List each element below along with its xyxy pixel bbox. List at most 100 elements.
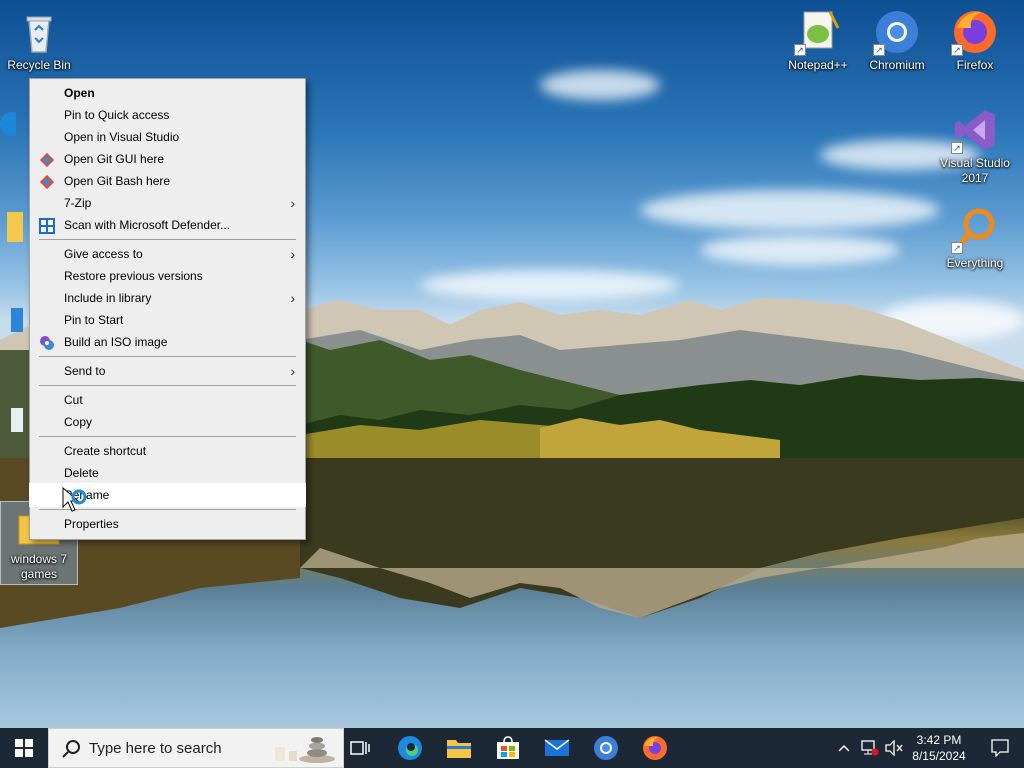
menu-item-label: Give access to (64, 247, 143, 261)
menu-item-cut[interactable]: Cut (30, 389, 305, 411)
file-explorer-icon (447, 740, 471, 758)
menu-item-build-iso[interactable]: Build an ISO image (30, 331, 305, 353)
chevron-right-icon: › (290, 195, 295, 211)
desktop-icon-firefox[interactable]: ↗ Firefox (937, 8, 1013, 73)
clock-date: 8/15/2024 (912, 749, 966, 763)
task-view-icon (350, 741, 370, 755)
desktop-icon-partial-roblox-studio[interactable] (0, 400, 26, 442)
firefox-icon (643, 736, 667, 760)
menu-item-label: Copy (64, 415, 93, 429)
taskbar-clock[interactable]: 3:42 PM 8/15/2024 (900, 732, 978, 764)
desktop-icon-label: windows 7 games (10, 552, 68, 581)
desktop-icon-everything[interactable]: ↗ Everything (937, 206, 1013, 271)
menu-item-label: Properties (64, 517, 119, 531)
menu-item-give-access[interactable]: Give access to › (30, 243, 305, 265)
shortcut-arrow-icon: ↗ (873, 44, 885, 56)
show-hidden-icons-button[interactable] (832, 728, 856, 768)
menu-item-open[interactable]: Open (30, 82, 305, 104)
desktop-icon-label: Notepad++ (788, 58, 848, 72)
busy-cursor-icon (62, 487, 87, 512)
action-center-button[interactable] (976, 728, 1024, 768)
desktop-icon-partial-roblox[interactable] (0, 300, 26, 342)
network-icon (861, 740, 879, 756)
defender-icon (39, 218, 55, 234)
menu-item-label: Pin to Quick access (64, 108, 170, 122)
menu-item-scan-defender[interactable]: Scan with Microsoft Defender... (30, 214, 305, 236)
search-placeholder: Type here to search (89, 740, 222, 757)
menu-item-pin-quick-access[interactable]: Pin to Quick access (30, 104, 305, 126)
roblox-icon (0, 300, 23, 340)
search-icon (62, 740, 80, 758)
recycle-bin-icon (15, 8, 63, 56)
start-button[interactable] (0, 728, 48, 768)
shortcut-arrow-icon: ↗ (951, 44, 963, 56)
shortcut-arrow-icon: ↗ (951, 142, 963, 154)
menu-item-open-visual-studio[interactable]: Open in Visual Studio (30, 126, 305, 148)
desktop-icon-notepad-plus-plus[interactable]: ↗ Notepad++ (780, 8, 856, 73)
menu-item-label: Create shortcut (64, 444, 147, 458)
menu-item-copy[interactable]: Copy (30, 411, 305, 433)
menu-item-delete[interactable]: Delete (30, 462, 305, 484)
menu-item-label: 7-Zip (64, 196, 92, 210)
menu-item-label: Send to (64, 364, 106, 378)
menu-separator (39, 385, 296, 386)
shortcut-arrow-icon: ↗ (951, 242, 963, 254)
notepad-plus-plus-icon: ↗ (794, 8, 842, 56)
menu-item-label: Open (64, 86, 95, 100)
desktop-icon-chromium[interactable]: ↗ Chromium (859, 8, 935, 73)
notifications-icon (991, 739, 1009, 757)
menu-item-label: Build an ISO image (64, 335, 168, 349)
desktop-icon-partial-folder[interactable] (0, 206, 26, 248)
desktop-icon-recycle-bin[interactable]: Recycle Bin (1, 8, 77, 73)
edge-icon (398, 736, 422, 760)
menu-item-include-library[interactable]: Include in library › (30, 287, 305, 309)
menu-item-label: Include in library (64, 291, 152, 305)
menu-item-label: Delete (64, 466, 99, 480)
menu-item-pin-start[interactable]: Pin to Start (30, 309, 305, 331)
menu-separator (39, 239, 296, 240)
git-gui-icon (39, 152, 55, 168)
everything-search-icon: ↗ (951, 206, 999, 254)
taskbar-firefox[interactable] (631, 728, 679, 768)
context-menu: Open Pin to Quick access Open in Visual … (29, 78, 306, 540)
roblox-studio-icon (0, 400, 23, 440)
menu-item-open-git-bash[interactable]: Open Git Bash here (30, 170, 305, 192)
forest-shoreline (300, 375, 1024, 460)
desktop-icon-label: Everything (946, 256, 1004, 270)
desktop-icon-visual-studio-2017[interactable]: ↗ Visual Studio 2017 (937, 106, 1013, 186)
menu-separator (39, 356, 296, 357)
menu-separator (39, 436, 296, 437)
menu-item-open-git-gui[interactable]: Open Git GUI here (30, 148, 305, 170)
menu-item-label: Open Git Bash here (64, 174, 171, 188)
menu-item-create-shortcut[interactable]: Create shortcut (30, 440, 305, 462)
network-status[interactable] (858, 728, 882, 768)
chevron-right-icon: › (290, 363, 295, 379)
menu-item-label: Open in Visual Studio (64, 130, 180, 144)
shortcut-arrow-icon: ↗ (794, 44, 806, 56)
iso-builder-icon (40, 336, 54, 350)
desktop-icon-label: Visual Studio 2017 (940, 156, 1010, 185)
store-icon (497, 736, 519, 759)
folder-icon (0, 206, 23, 246)
search-highlight-image (275, 737, 335, 763)
taskbar-file-explorer[interactable] (435, 728, 483, 768)
desktop-icon-label: Firefox (956, 58, 994, 72)
visual-studio-icon: ↗ (951, 106, 999, 154)
taskbar-chromium[interactable] (582, 728, 630, 768)
firefox-icon: ↗ (951, 8, 999, 56)
menu-item-label: Restore previous versions (64, 269, 203, 283)
task-view-button[interactable] (336, 728, 384, 768)
chromium-icon: ↗ (873, 8, 921, 56)
desktop-icon-partial-edge[interactable] (0, 108, 28, 142)
taskbar-mail[interactable] (533, 728, 581, 768)
taskbar-search-box[interactable]: Type here to search (48, 728, 344, 768)
chevron-up-icon (838, 744, 850, 752)
desktop-icon-label: Chromium (869, 58, 925, 72)
taskbar-edge[interactable] (386, 728, 434, 768)
menu-item-send-to[interactable]: Send to › (30, 360, 305, 382)
menu-item-restore-versions[interactable]: Restore previous versions (30, 265, 305, 287)
menu-item-7zip[interactable]: 7-Zip › (30, 192, 305, 214)
chromium-icon (594, 736, 618, 760)
edge-icon (0, 108, 24, 140)
taskbar-store[interactable] (484, 728, 532, 768)
